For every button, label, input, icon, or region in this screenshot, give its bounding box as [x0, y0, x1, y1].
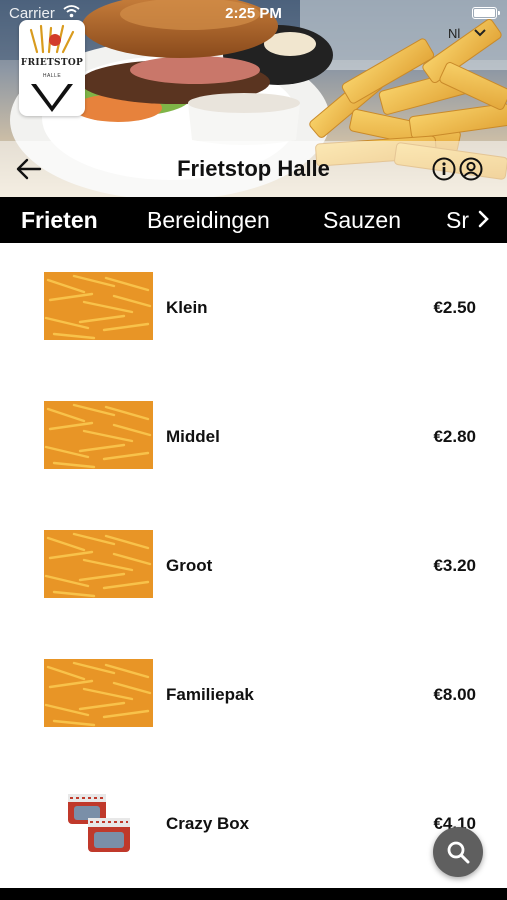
tab-frieten[interactable]: Frieten [21, 207, 98, 234]
chevron-right-icon[interactable] [478, 210, 490, 228]
item-price: €2.80 [433, 427, 476, 446]
search-button[interactable] [433, 827, 483, 877]
restaurant-logo: FRIETSTOP HALLE [19, 20, 85, 116]
bottom-bar [0, 888, 507, 900]
logo-subtitle: HALLE [42, 73, 62, 79]
menu-item[interactable]: Middel €2.80 [0, 372, 507, 502]
menu-list: Klein €2.50 Middel €2.80 Groot €3.20 Fam… [0, 243, 507, 890]
item-price: €8.00 [433, 685, 476, 704]
fries-image [44, 659, 153, 727]
item-name: Groot [166, 556, 213, 575]
header-bar: Frietstop Halle [0, 141, 507, 197]
logo-name: FRIETSTOP [20, 58, 84, 68]
item-price: €3.20 [433, 556, 476, 575]
item-name: Middel [166, 427, 220, 446]
item-price: €2.50 [433, 298, 476, 317]
tab-sauzen[interactable]: Sauzen [323, 207, 401, 234]
item-name: Familiepak [166, 685, 254, 704]
user-account-icon[interactable] [459, 157, 483, 181]
item-name: Klein [166, 298, 208, 317]
battery-icon [472, 7, 500, 19]
chevron-down-icon [474, 29, 486, 37]
info-icon[interactable] [432, 157, 456, 181]
fries-image [44, 401, 153, 469]
fries-image [44, 272, 153, 340]
tab-bereidingen[interactable]: Bereidingen [147, 207, 270, 234]
page-title: Frietstop Halle [177, 156, 330, 181]
fries-image [44, 530, 153, 598]
language-selector[interactable]: Nl [448, 26, 492, 42]
menu-item[interactable]: Groot €3.20 [0, 501, 507, 631]
fries-cone-logo-icon [29, 24, 75, 112]
item-name: Crazy Box [166, 814, 250, 833]
crazy-box-image [44, 788, 153, 856]
category-tabs: Frieten Bereidingen Sauzen Sr [0, 197, 507, 243]
search-icon [447, 841, 470, 864]
menu-item[interactable]: Crazy Box €4.10 [0, 759, 507, 889]
language-code: Nl [448, 26, 461, 41]
menu-item[interactable]: Familiepak €8.00 [0, 630, 507, 760]
menu-item[interactable]: Klein €2.50 [0, 243, 507, 373]
